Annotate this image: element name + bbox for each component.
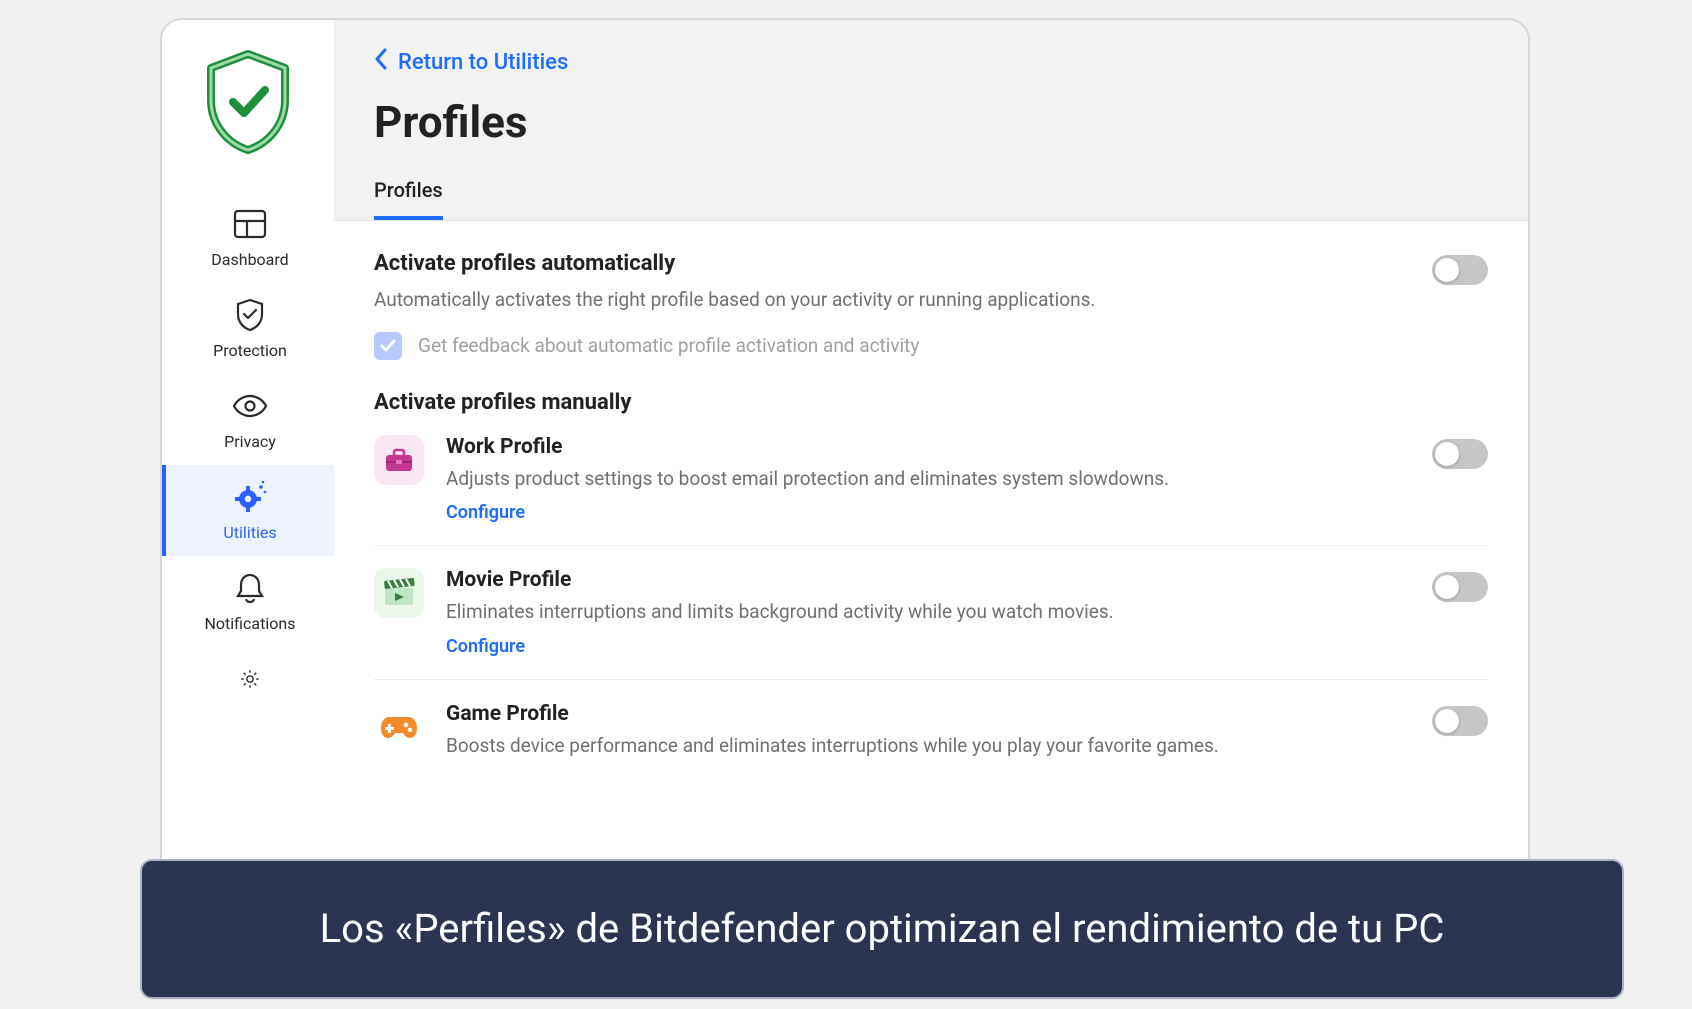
setting-auto-activate: Activate profiles automatically Automati… [374,251,1488,322]
checkbox-feedback[interactable] [374,332,402,360]
sidebar-item-settings[interactable] [162,647,334,697]
manual-section-title: Activate profiles manually [374,390,1488,415]
sidebar-item-label: Privacy [224,432,276,451]
briefcase-icon [374,435,424,485]
bell-icon [232,570,268,606]
sidebar-item-dashboard[interactable]: Dashboard [162,192,334,283]
sidebar-item-label: Protection [213,341,287,360]
back-link-label: Return to Utilities [398,50,568,75]
toggle-game-profile[interactable] [1432,706,1488,736]
toggle-movie-profile[interactable] [1432,572,1488,602]
gamepad-icon [374,702,424,752]
content: Activate profiles automatically Automati… [334,221,1528,876]
configure-link-work[interactable]: Configure [446,502,1410,523]
sidebar-item-label: Dashboard [211,250,288,269]
sidebar-item-notifications[interactable]: Notifications [162,556,334,647]
gear-icon [232,661,268,697]
toggle-work-profile[interactable] [1432,439,1488,469]
setting-desc: Automatically activates the right profil… [374,286,1410,314]
checkbox-feedback-label: Get feedback about automatic profile act… [418,334,919,357]
profile-desc: Adjusts product settings to boost email … [446,465,1410,493]
checkbox-feedback-row: Get feedback about automatic profile act… [374,332,1488,360]
profile-title: Movie Profile [446,568,1410,592]
configure-link-movie[interactable]: Configure [446,636,1410,657]
profile-desc: Eliminates interruptions and limits back… [446,598,1410,626]
sidebar: Dashboard Protection Privacy [162,20,334,876]
tabstrip: Profiles [374,178,1488,220]
back-link[interactable]: Return to Utilities [374,48,568,76]
profile-title: Work Profile [446,435,1410,459]
main-area: Return to Utilities Profiles Profiles Ac… [334,20,1528,876]
gear-sparkle-icon [232,479,268,515]
profile-row-game: Game Profile Boosts device performance a… [374,679,1488,782]
profile-desc: Boosts device performance and eliminates… [446,732,1410,760]
caption-bar: Los «Perfiles» de Bitdefender optimizan … [140,859,1624,999]
sidebar-item-privacy[interactable]: Privacy [162,374,334,465]
sidebar-item-label: Notifications [205,614,296,633]
sidebar-item-utilities[interactable]: Utilities [162,465,334,556]
sidebar-item-label: Utilities [223,523,276,542]
profile-row-movie: Movie Profile Eliminates interruptions a… [374,545,1488,679]
eye-icon [232,388,268,424]
toggle-auto-activate[interactable] [1432,255,1488,285]
profile-title: Game Profile [446,702,1410,726]
setting-title: Activate profiles automatically [374,251,1410,276]
dashboard-icon [232,206,268,242]
header-region: Return to Utilities Profiles Profiles [334,20,1528,221]
sidebar-item-protection[interactable]: Protection [162,283,334,374]
chevron-left-icon [374,48,388,76]
app-window: Dashboard Protection Privacy [160,18,1530,878]
clapperboard-icon [374,568,424,618]
page-title: Profiles [374,96,1488,148]
app-logo [203,50,293,158]
shield-icon [232,297,268,333]
tab-profiles[interactable]: Profiles [374,178,443,220]
profile-row-work: Work Profile Adjusts product settings to… [374,435,1488,546]
caption-text: Los «Perfiles» de Bitdefender optimizan … [320,904,1445,954]
